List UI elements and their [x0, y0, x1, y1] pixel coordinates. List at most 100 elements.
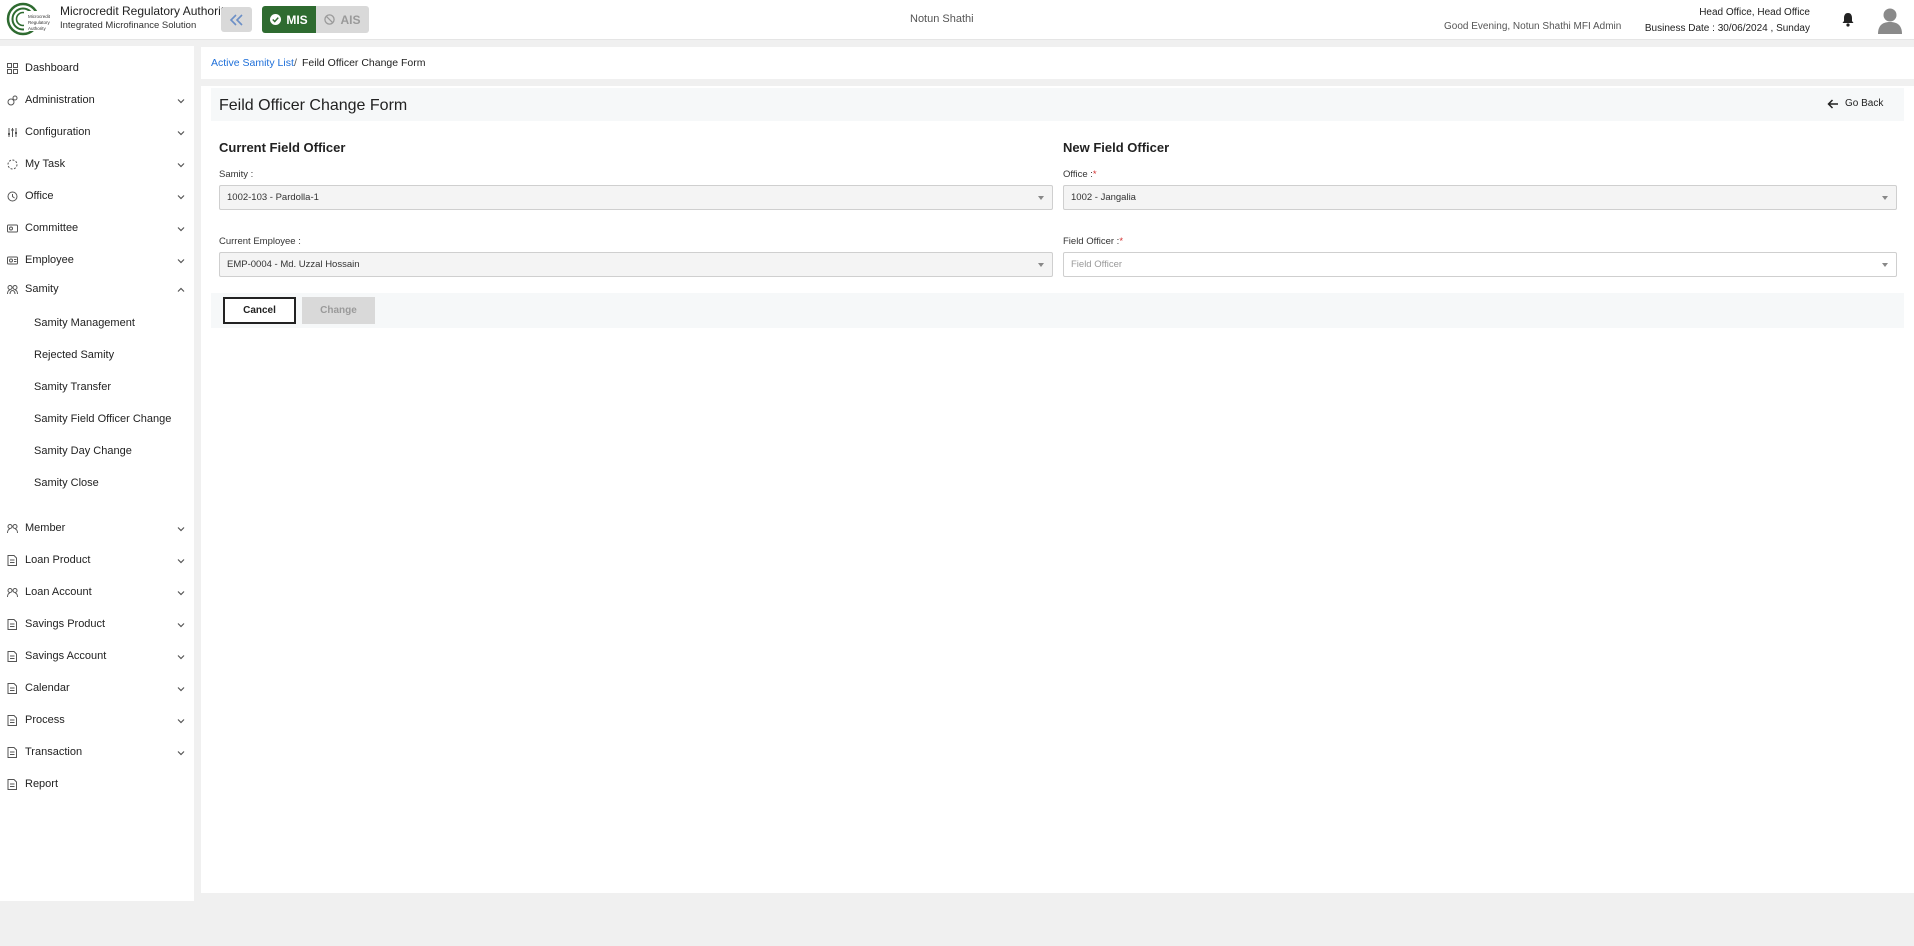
breadcrumb-link-active-samity-list[interactable]: Active Samity List	[211, 57, 294, 69]
field-officer-select[interactable]: Field Officer	[1063, 252, 1897, 277]
change-button[interactable]: Change	[302, 297, 375, 324]
go-back-button[interactable]: Go Back	[1827, 98, 1883, 109]
chevron-up-icon	[177, 287, 185, 292]
sidebar-subitem-samity-close[interactable]: Samity Close	[34, 477, 99, 489]
sidebar-item-report[interactable]: Report	[0, 770, 194, 798]
ban-icon	[324, 14, 336, 25]
sliders-icon	[8, 128, 17, 137]
doc-icon	[7, 555, 17, 566]
sidebar-item-employee[interactable]: Employee	[0, 246, 194, 274]
sidebar-item-label: Office	[25, 190, 54, 202]
sidebar-subitem-samity-transfer[interactable]: Samity Transfer	[34, 381, 111, 393]
sidebar-item-label: Loan Product	[25, 554, 91, 566]
office-label: Office :*	[1063, 169, 1097, 180]
sidebar-item-label: Configuration	[25, 126, 91, 138]
sidebar-item-label: Employee	[25, 254, 74, 266]
office-info: Head Office, Head Office Business Date :…	[1645, 5, 1810, 37]
breadcrumb-separator: /	[294, 57, 297, 69]
chevron-down-icon	[177, 163, 185, 168]
svg-text:Microcredit: Microcredit	[28, 14, 51, 19]
sidebar-item-calendar[interactable]: Calendar	[0, 674, 194, 702]
sidebar-item-label: Samity	[25, 283, 59, 295]
chevron-down-icon	[177, 751, 185, 756]
chevron-down-icon	[177, 687, 185, 692]
doc-icon	[7, 651, 17, 662]
sidebar-item-label: Committee	[25, 222, 79, 234]
sidebar-subitem-rejected-samity[interactable]: Rejected Samity	[34, 349, 114, 361]
required-mark: *	[1092, 169, 1097, 180]
sidebar-item-committee[interactable]: Committee	[0, 214, 194, 242]
brand-title: Microcredit Regulatory Authority	[60, 4, 231, 18]
caret-down-icon	[1882, 263, 1888, 267]
chevron-down-icon	[177, 195, 185, 200]
sidebar-item-member[interactable]: Member	[0, 514, 194, 542]
cancel-button[interactable]: Cancel	[223, 297, 296, 324]
sidebar-item-label: Process	[25, 714, 65, 726]
sidebar-item-label: Report	[25, 778, 59, 790]
field-officer-placeholder: Field Officer	[1071, 259, 1123, 270]
sidebar-item-dashboard[interactable]: Dashboard	[0, 54, 194, 82]
chevron-down-icon	[177, 527, 185, 532]
office-select-value: 1002 - Jangalia	[1071, 192, 1136, 203]
ais-mode-button[interactable]: AIS	[316, 6, 369, 33]
sidebar-item-savings-account[interactable]: Savings Account	[0, 642, 194, 670]
committee-icon	[7, 224, 18, 233]
sidebar-item-administration[interactable]: Administration	[0, 86, 194, 114]
office-select[interactable]: 1002 - Jangalia	[1063, 185, 1897, 210]
collapse-sidebar-button[interactable]	[221, 7, 252, 32]
member-icon	[7, 524, 18, 534]
samity-select[interactable]: 1002-103 - Pardolla-1	[219, 185, 1053, 210]
chevron-down-icon	[177, 719, 185, 724]
notification-bell-icon[interactable]	[1841, 12, 1855, 27]
current-field-officer-heading: Current Field Officer	[219, 140, 346, 155]
sidebar-item-label: Savings Product	[25, 618, 106, 630]
samity-label: Samity :	[219, 169, 254, 180]
sidebar-subitem-samity-management[interactable]: Samity Management	[34, 317, 135, 329]
user-avatar-icon[interactable]	[1876, 6, 1904, 34]
sidebar-item-loan-account[interactable]: Loan Account	[0, 578, 194, 606]
main-content: Feild Officer Change Form Go Back Curren…	[201, 86, 1914, 893]
sidebar-item-label: Transaction	[25, 746, 83, 758]
sidebar-subitem-samity-day-change[interactable]: Samity Day Change	[34, 445, 132, 457]
form-action-bar: Cancel Change	[211, 293, 1904, 328]
office-name: Head Office, Head Office	[1699, 7, 1810, 18]
sidebar-item-office[interactable]: Office	[0, 182, 194, 210]
caret-down-icon	[1038, 196, 1044, 200]
sidebar-subitem-samity-field-officer-change[interactable]: Samity Field Officer Change	[34, 413, 171, 425]
mode-toggle: MIS AIS	[262, 6, 369, 33]
sidebar-item-savings-product[interactable]: Savings Product	[0, 610, 194, 638]
sidebar-item-label: Dashboard	[25, 62, 79, 74]
check-circle-icon	[270, 14, 282, 25]
chevron-down-icon	[177, 259, 185, 264]
account-icon	[7, 588, 18, 598]
sidebar-item-samity[interactable]: Samity	[0, 275, 194, 303]
doc-icon	[7, 779, 17, 790]
ais-label: AIS	[340, 12, 361, 27]
sidebar-item-my-task[interactable]: My Task	[0, 150, 194, 178]
chevron-down-icon	[177, 559, 185, 564]
sidebar-item-process[interactable]: Process	[0, 706, 194, 734]
sidebar-item-label: Savings Account	[25, 650, 107, 662]
org-name: Notun Shathi	[910, 13, 974, 25]
mis-mode-button[interactable]: MIS	[262, 6, 316, 33]
greeting-text: Good Evening, Notun Shathi MFI Admin	[1444, 21, 1622, 32]
sidebar-item-loan-product[interactable]: Loan Product	[0, 546, 194, 574]
caret-down-icon	[1038, 263, 1044, 267]
chevron-down-icon	[177, 99, 185, 104]
current-employee-select[interactable]: EMP-0004 - Md. Uzzal Hossain	[219, 252, 1053, 277]
current-employee-value: EMP-0004 - Md. Uzzal Hossain	[227, 259, 360, 270]
page-title: Feild Officer Change Form	[219, 97, 408, 114]
doc-icon	[7, 715, 17, 726]
grid-icon	[7, 63, 18, 74]
doc-icon	[7, 683, 17, 694]
sidebar-item-transaction[interactable]: Transaction	[0, 738, 194, 766]
svg-text:Regulatory: Regulatory	[28, 20, 51, 25]
admin-icon	[7, 95, 18, 106]
task-icon	[7, 159, 18, 170]
breadcrumb-current: Feild Officer Change Form	[302, 57, 426, 69]
doc-icon	[7, 747, 17, 758]
sidebar-item-configuration[interactable]: Configuration	[0, 118, 194, 146]
caret-down-icon	[1882, 196, 1888, 200]
sidebar-item-label: Member	[25, 522, 66, 534]
samity-select-value: 1002-103 - Pardolla-1	[227, 192, 319, 203]
